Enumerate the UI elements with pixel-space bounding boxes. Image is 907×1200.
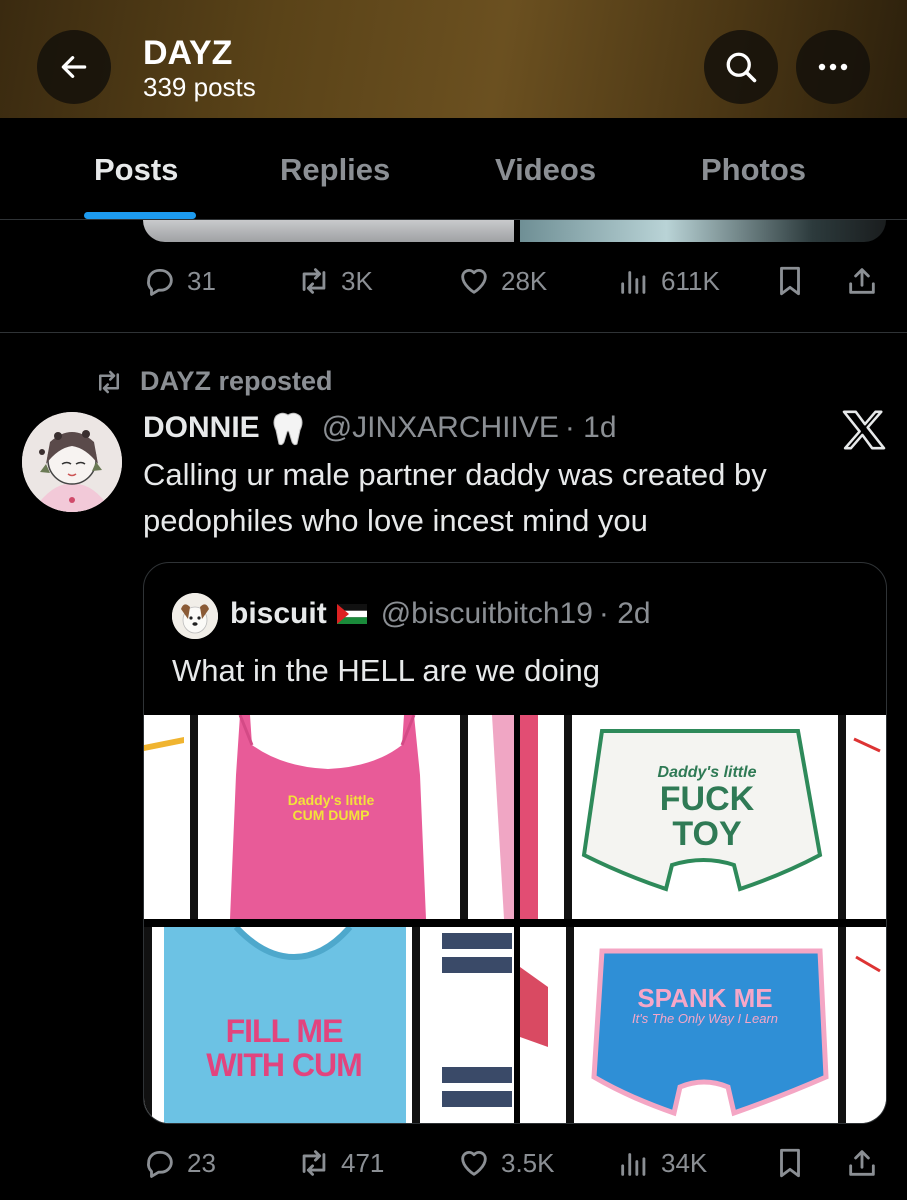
share-icon: [849, 268, 875, 294]
bookmark-icon: [780, 266, 800, 296]
heart-icon: [461, 1151, 487, 1176]
author-avatar[interactable]: [22, 412, 122, 512]
tab-replies[interactable]: Replies: [280, 152, 390, 188]
views-button[interactable]: 611K: [617, 264, 720, 298]
media-image-3[interactable]: FILL ME WITH CUM: [144, 927, 514, 1123]
profile-header: DAYZ 339 posts: [0, 0, 907, 118]
post-actions: 23 471 3.5K 34K: [143, 1146, 888, 1186]
post-text: Calling ur male partner daddy was create…: [143, 457, 767, 538]
repost-button[interactable]: 3K: [297, 264, 373, 298]
reply-count: 31: [187, 265, 216, 296]
quoted-author-line: biscuit @biscuitbitch19 · 2d: [230, 597, 651, 631]
repost-count: 471: [341, 1147, 385, 1178]
views-count: 34K: [661, 1147, 708, 1178]
previous-post-actions: 31 3K 28K 611K: [143, 264, 888, 304]
profile-tabs: Posts Replies Videos Photos: [0, 118, 907, 220]
post-time: · 1d: [564, 411, 617, 444]
heart-icon: [461, 269, 487, 294]
repost-icon: [99, 370, 119, 393]
more-options-button[interactable]: [796, 30, 870, 104]
views-icon: [621, 1153, 646, 1176]
like-button[interactable]: 28K: [457, 264, 547, 298]
share-button[interactable]: [845, 1146, 879, 1180]
search-button[interactable]: [704, 30, 778, 104]
author-handle[interactable]: @JINXARCHIIVE: [322, 411, 559, 445]
reply-button[interactable]: 31: [143, 264, 216, 298]
image-2-text-line-3: TOY: [672, 815, 742, 854]
repost-icon: [302, 268, 326, 294]
media-image-2[interactable]: Daddy's little FUCK TOY: [520, 715, 886, 919]
like-count: 3.5K: [501, 1147, 555, 1178]
image-4-text-line-1: SPANK ME: [637, 983, 773, 1013]
share-button[interactable]: [845, 264, 879, 298]
quoted-author-handle[interactable]: @biscuitbitch19: [381, 597, 593, 631]
author-name[interactable]: DONNIE: [143, 411, 260, 445]
bookmark-button[interactable]: [773, 1146, 807, 1180]
palestine-flag-icon: [336, 604, 367, 624]
views-count: 611K: [661, 265, 720, 296]
reply-button[interactable]: 23: [143, 1146, 216, 1180]
more-dots-icon: [818, 63, 848, 71]
quoted-post-text: What in the HELL are we doing: [172, 653, 600, 688]
media-image-1[interactable]: Daddy's little CUM DUMP: [144, 715, 514, 919]
active-tab-indicator: [84, 212, 196, 219]
repost-button[interactable]: 471: [297, 1146, 384, 1180]
image-3-text-line-2: WITH CUM: [206, 1046, 363, 1083]
image-4-text-line-2: It's The Only Way I Learn: [631, 1011, 779, 1027]
reply-count: 23: [187, 1147, 216, 1178]
previous-post-image-left[interactable]: [143, 220, 514, 242]
avatar-illustration: [22, 412, 122, 512]
post-divider: [0, 332, 907, 333]
bookmark-button[interactable]: [773, 264, 807, 298]
like-count: 28K: [501, 265, 548, 296]
quoted-post[interactable]: biscuit @biscuitbitch19 · 2d What in the…: [143, 562, 887, 1124]
previous-post-image-right[interactable]: [520, 220, 886, 242]
image-1-text-line-2: CUM DUMP: [292, 806, 370, 823]
search-icon: [726, 52, 757, 83]
tooth-emoji-icon: [273, 412, 303, 446]
share-icon: [849, 1150, 875, 1176]
bookmark-icon: [780, 1148, 800, 1178]
tab-photos[interactable]: Photos: [701, 152, 806, 188]
image-2-text-line-2: FUCK: [659, 779, 755, 818]
repost-count: 3K: [341, 265, 373, 296]
post-author-line: DONNIE @JINXARCHIIVE · 1d: [143, 408, 617, 448]
media-image-4[interactable]: SPANK ME It's The Only Way I Learn: [520, 927, 886, 1123]
repost-label: DAYZ reposted: [140, 366, 333, 396]
repost-indicator[interactable]: DAYZ reposted: [92, 366, 333, 397]
like-button[interactable]: 3.5K: [457, 1146, 555, 1180]
tab-posts[interactable]: Posts: [94, 152, 178, 188]
quoted-post-time: · 2d: [598, 597, 651, 630]
back-button[interactable]: [37, 30, 111, 104]
post-count: 339 posts: [143, 72, 256, 102]
dog-avatar-illustration: [172, 593, 218, 639]
image-1-text-line-1: Daddy's little: [287, 792, 375, 808]
tab-videos[interactable]: Videos: [495, 152, 596, 188]
x-logo-icon[interactable]: [842, 410, 886, 450]
arrow-left-icon: [61, 56, 87, 78]
repost-icon: [302, 1150, 326, 1176]
reply-icon: [147, 1150, 173, 1178]
views-icon: [621, 271, 646, 294]
quoted-author-name[interactable]: biscuit: [230, 597, 327, 631]
quoted-media-grid: Daddy's little CUM DUMP Daddy's little F…: [144, 715, 886, 1123]
profile-name: DAYZ: [143, 34, 233, 72]
image-3-text-line-1: FILL ME: [225, 1013, 344, 1049]
reply-icon: [147, 268, 173, 296]
views-button[interactable]: 34K: [617, 1146, 707, 1180]
quoted-author-avatar[interactable]: [172, 593, 218, 639]
